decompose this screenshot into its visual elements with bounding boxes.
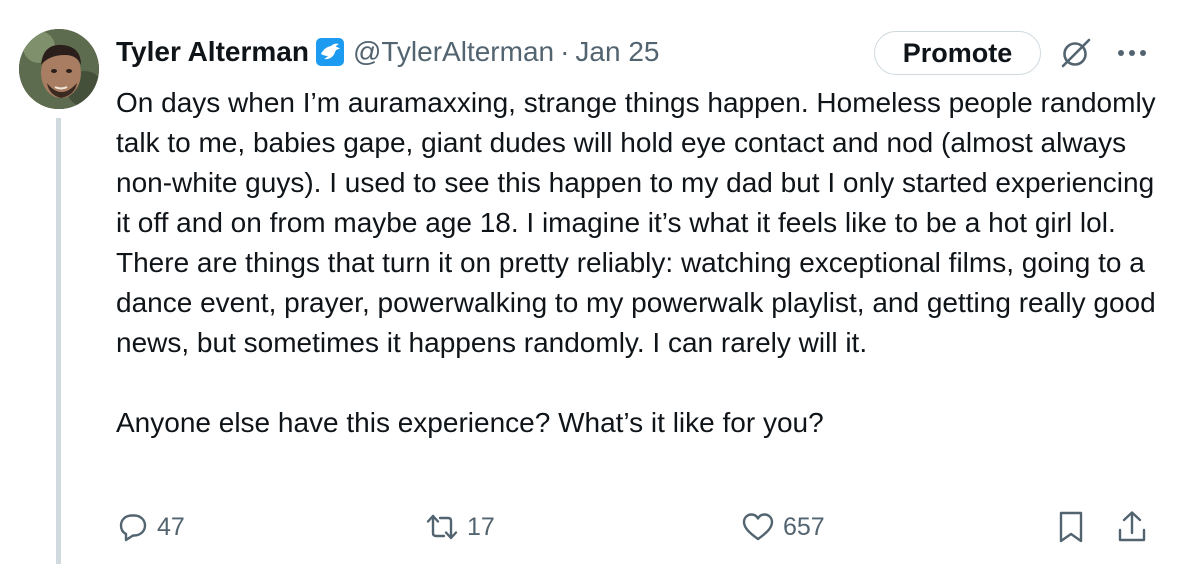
repost-icon: [425, 511, 459, 543]
tweet: Tyler Alterman @TylerAlterman · Jan 25 P…: [0, 0, 1178, 564]
tweet-paragraph: On days when I’m auramaxxing, strange th…: [116, 87, 1156, 358]
author-handle[interactable]: @TylerAlterman: [353, 36, 554, 68]
tweet-date[interactable]: Jan 25: [575, 36, 659, 68]
repost-count: 17: [467, 512, 495, 541]
action-bar: 47 17 657: [0, 505, 1178, 549]
share-button[interactable]: [1116, 505, 1148, 549]
more-icon[interactable]: [1114, 40, 1150, 66]
header-separator: ·: [560, 36, 570, 67]
reply-button[interactable]: 47: [117, 505, 185, 549]
tweet-paragraph: Anyone else have this experience? What’s…: [116, 407, 824, 438]
bookmark-button[interactable]: [1056, 505, 1086, 549]
avatar[interactable]: [19, 29, 99, 109]
share-icon: [1116, 509, 1148, 545]
reply-count: 47: [157, 512, 185, 541]
tweet-header: Tyler Alterman @TylerAlterman · Jan 25: [116, 30, 660, 74]
repost-button[interactable]: 17: [425, 505, 495, 549]
heart-icon: [741, 511, 775, 543]
author-name[interactable]: Tyler Alterman: [116, 36, 309, 68]
bookmark-icon: [1056, 509, 1086, 545]
thread-line: [56, 118, 61, 564]
like-button[interactable]: 657: [741, 505, 825, 549]
like-count: 657: [783, 512, 825, 541]
promote-button[interactable]: Promote: [874, 31, 1041, 75]
grok-icon[interactable]: [1058, 35, 1094, 71]
verified-badge-icon[interactable]: [315, 37, 345, 67]
tweet-text: On days when I’m auramaxxing, strange th…: [116, 83, 1162, 443]
reply-icon: [117, 511, 149, 543]
